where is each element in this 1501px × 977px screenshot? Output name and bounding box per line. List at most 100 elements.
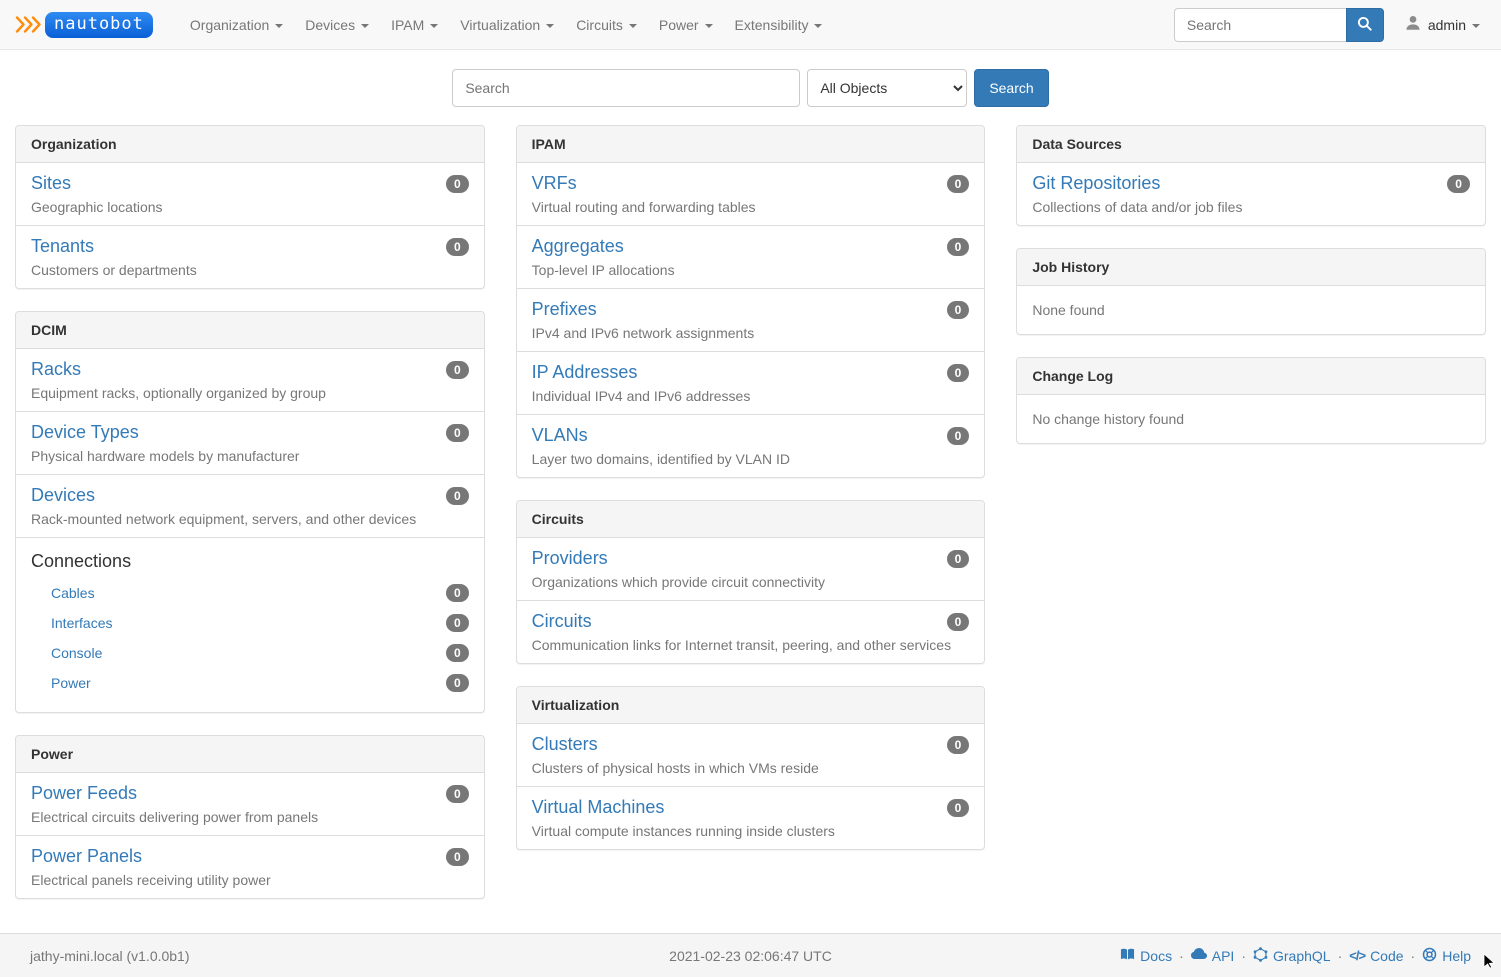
circuits-link[interactable]: Circuits <box>532 611 592 632</box>
console-link[interactable]: Console <box>51 645 102 661</box>
sites-link[interactable]: Sites <box>31 173 71 194</box>
nav-label: Circuits <box>576 17 623 33</box>
cables-link[interactable]: Cables <box>51 585 95 601</box>
power-panels-link[interactable]: Power Panels <box>31 846 142 867</box>
logo-wordmark: nautobot <box>45 12 153 38</box>
nav-item-extensibility[interactable]: Extensibility <box>724 2 834 48</box>
panel-item-racks: Racks 0 Equipment racks, optionally orga… <box>16 349 484 411</box>
footer-separator: · <box>1411 948 1416 964</box>
device-types-description: Physical hardware models by manufacturer <box>31 448 469 464</box>
vlans-link[interactable]: VLANs <box>532 425 588 446</box>
graphql-link[interactable]: GraphQL <box>1253 947 1331 965</box>
prefixes-link[interactable]: Prefixes <box>532 299 597 320</box>
devices-description: Rack-mounted network equipment, servers,… <box>31 511 469 527</box>
connections-title: Connections <box>31 551 469 572</box>
vrfs-link[interactable]: VRFs <box>532 173 577 194</box>
git-repositories-count-badge: 0 <box>1447 175 1470 193</box>
docs-link[interactable]: Docs <box>1120 947 1172 965</box>
api-link[interactable]: API <box>1191 946 1235 965</box>
nav-item-circuits[interactable]: Circuits <box>565 2 648 48</box>
panel-dcim-title: DCIM <box>16 312 484 349</box>
panel-data-sources: Data Sources Git Repositories 0 Collecti… <box>1016 125 1486 226</box>
graphql-label: GraphQL <box>1273 948 1331 964</box>
change-log-empty-text: No change history found <box>1017 395 1485 443</box>
device-types-count-badge: 0 <box>446 424 469 442</box>
navbar-search-input[interactable] <box>1174 8 1346 42</box>
virtual-machines-description: Virtual compute instances running inside… <box>532 823 970 839</box>
code-link[interactable]: </> Code <box>1349 948 1403 964</box>
vlans-count-badge: 0 <box>947 427 970 445</box>
panel-power-title: Power <box>16 736 484 773</box>
aggregates-description: Top-level IP allocations <box>532 262 970 278</box>
panel-item-vrfs: VRFs 0 Virtual routing and forwarding ta… <box>517 163 985 225</box>
nautobot-logo[interactable]: nautobot <box>15 12 153 38</box>
racks-link[interactable]: Racks <box>31 359 81 380</box>
panel-item-sites: Sites 0 Geographic locations <box>16 163 484 225</box>
search-scope-select[interactable]: All Objects <box>807 69 967 107</box>
nav-item-ipam[interactable]: IPAM <box>380 2 449 48</box>
interfaces-link[interactable]: Interfaces <box>51 615 112 631</box>
global-search-input[interactable] <box>452 69 800 107</box>
prefixes-count-badge: 0 <box>947 301 970 319</box>
user-icon <box>1404 14 1422 35</box>
panel-item-devices: Devices 0 Rack-mounted network equipment… <box>16 474 484 537</box>
docs-label: Docs <box>1140 948 1172 964</box>
git-repositories-link[interactable]: Git Repositories <box>1032 173 1160 194</box>
panel-item-circuits: Circuits 0 Communication links for Inter… <box>517 600 985 663</box>
tenants-count-badge: 0 <box>446 238 469 256</box>
chevron-down-icon <box>814 24 822 28</box>
code-label: Code <box>1370 948 1403 964</box>
panel-item-tenants: Tenants 0 Customers or departments <box>16 225 484 288</box>
nav-label: Devices <box>305 17 355 33</box>
power-feeds-description: Electrical circuits delivering power fro… <box>31 809 469 825</box>
aggregates-link[interactable]: Aggregates <box>532 236 624 257</box>
ip-addresses-description: Individual IPv4 and IPv6 addresses <box>532 388 970 404</box>
panel-circuits-title: Circuits <box>517 501 985 538</box>
providers-count-badge: 0 <box>947 550 970 568</box>
footer-timestamp: 2021-02-23 02:06:47 UTC <box>669 948 832 964</box>
navbar-search-button[interactable] <box>1346 8 1384 42</box>
circuits-description: Communication links for Internet transit… <box>532 637 970 653</box>
aggregates-count-badge: 0 <box>947 238 970 256</box>
column-middle: IPAM VRFs 0 Virtual routing and forwardi… <box>516 125 986 872</box>
virtual-machines-link[interactable]: Virtual Machines <box>532 797 665 818</box>
chevron-down-icon <box>546 24 554 28</box>
ip-addresses-count-badge: 0 <box>947 364 970 382</box>
devices-link[interactable]: Devices <box>31 485 95 506</box>
nav-item-organization[interactable]: Organization <box>179 2 294 48</box>
column-left: Organization Sites 0 Geographic location… <box>15 125 485 921</box>
main-menu: Organization Devices IPAM Virtualization… <box>179 2 834 48</box>
ip-addresses-link[interactable]: IP Addresses <box>532 362 638 383</box>
tenants-link[interactable]: Tenants <box>31 236 94 257</box>
connections-row-console: Console 0 <box>31 638 469 668</box>
chevron-down-icon <box>705 24 713 28</box>
nav-item-devices[interactable]: Devices <box>294 2 380 48</box>
prefixes-description: IPv4 and IPv6 network assignments <box>532 325 970 341</box>
footer-links: Docs · API · GraphQL · <box>1120 946 1471 965</box>
panel-item-prefixes: Prefixes 0 IPv4 and IPv6 network assignm… <box>517 288 985 351</box>
panel-ipam: IPAM VRFs 0 Virtual routing and forwardi… <box>516 125 986 478</box>
nav-item-virtualization[interactable]: Virtualization <box>449 2 565 48</box>
providers-description: Organizations which provide circuit conn… <box>532 574 970 590</box>
nav-item-power[interactable]: Power <box>648 2 724 48</box>
nav-label: Power <box>659 17 699 33</box>
nav-label: Virtualization <box>460 17 540 33</box>
global-search-button[interactable]: Search <box>974 69 1048 107</box>
footer-separator: · <box>1241 948 1246 964</box>
virtual-machines-count-badge: 0 <box>947 799 970 817</box>
user-menu[interactable]: admin <box>1404 14 1486 35</box>
clusters-link[interactable]: Clusters <box>532 734 598 755</box>
chevron-down-icon <box>1472 24 1480 28</box>
help-label: Help <box>1442 948 1471 964</box>
cables-count-badge: 0 <box>446 584 469 602</box>
panel-dcim: DCIM Racks 0 Equipment racks, optionally… <box>15 311 485 713</box>
logo-chevrons-icon <box>15 15 42 34</box>
power-feeds-link[interactable]: Power Feeds <box>31 783 137 804</box>
life-ring-icon <box>1422 947 1437 965</box>
providers-link[interactable]: Providers <box>532 548 608 569</box>
code-icon: </> <box>1349 948 1365 963</box>
power-connections-link[interactable]: Power <box>51 675 91 691</box>
device-types-link[interactable]: Device Types <box>31 422 139 443</box>
help-link[interactable]: Help <box>1422 947 1471 965</box>
panel-ipam-title: IPAM <box>517 126 985 163</box>
